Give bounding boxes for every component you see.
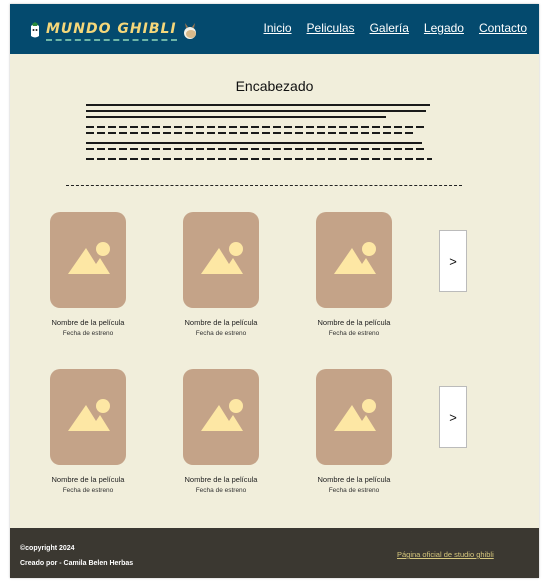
nav-contacto[interactable]: Contacto (479, 21, 527, 35)
page-frame: MUNDO GHIBLI Inicio Peliculas Galería Le… (10, 4, 539, 578)
movie-thumbnail (183, 369, 259, 465)
movie-date: Fecha de estreno (62, 487, 114, 494)
nav-peliculas[interactable]: Peliculas (307, 21, 355, 35)
logo-text: MUNDO GHIBLI (46, 21, 177, 41)
movie-thumbnail (183, 212, 259, 308)
soot-sprite-icon (31, 22, 39, 38)
logo[interactable]: MUNDO GHIBLI (28, 15, 199, 47)
movie-card[interactable]: Nombre de la película Fecha de estreno (304, 212, 404, 337)
illegible-paragraph (86, 104, 434, 164)
carousel-next-button[interactable]: > (439, 386, 467, 448)
movie-name: Nombre de la película (317, 318, 391, 327)
image-placeholder-icon (201, 399, 243, 431)
movie-date: Fecha de estreno (328, 487, 380, 494)
movie-thumbnail (50, 212, 126, 308)
section-divider (66, 185, 462, 186)
image-placeholder-icon (68, 399, 110, 431)
movie-name: Nombre de la película (184, 318, 258, 327)
main-nav: Inicio Peliculas Galería Legado Contacto (264, 21, 527, 35)
totoro-icon (183, 23, 196, 39)
nav-legado[interactable]: Legado (424, 21, 464, 35)
image-placeholder-icon (334, 242, 376, 274)
footer: ©copyright 2024 Creado por - Camila Bele… (10, 528, 539, 578)
header: MUNDO GHIBLI Inicio Peliculas Galería Le… (10, 4, 539, 54)
nav-inicio[interactable]: Inicio (264, 21, 292, 35)
carousel-next-button[interactable]: > (439, 230, 467, 292)
movie-name: Nombre de la película (317, 475, 391, 484)
credit-text: Creado por - Camila Belen Herbas (20, 560, 134, 567)
image-placeholder-icon (334, 399, 376, 431)
movie-card[interactable]: Nombre de la película Fecha de estreno (304, 369, 404, 494)
movie-date: Fecha de estreno (195, 487, 247, 494)
movie-thumbnail (50, 369, 126, 465)
page-title: Encabezado (235, 78, 314, 94)
copyright-text: ©copyright 2024 (20, 545, 75, 552)
official-site-link[interactable]: Página oficial de studio ghibli (397, 550, 494, 559)
movie-name: Nombre de la película (184, 475, 258, 484)
movie-name: Nombre de la película (51, 318, 125, 327)
movie-date: Fecha de estreno (62, 330, 114, 337)
movie-date: Fecha de estreno (328, 330, 380, 337)
movie-date: Fecha de estreno (195, 330, 247, 337)
movie-card[interactable]: Nombre de la película Fecha de estreno (38, 369, 138, 494)
nav-galeria[interactable]: Galería (370, 21, 409, 35)
image-placeholder-icon (68, 242, 110, 274)
movie-card[interactable]: Nombre de la película Fecha de estreno (171, 212, 271, 337)
movie-card[interactable]: Nombre de la película Fecha de estreno (38, 212, 138, 337)
movie-name: Nombre de la película (51, 475, 125, 484)
image-placeholder-icon (201, 242, 243, 274)
movie-thumbnail (316, 212, 392, 308)
movie-thumbnail (316, 369, 392, 465)
movie-card[interactable]: Nombre de la película Fecha de estreno (171, 369, 271, 494)
